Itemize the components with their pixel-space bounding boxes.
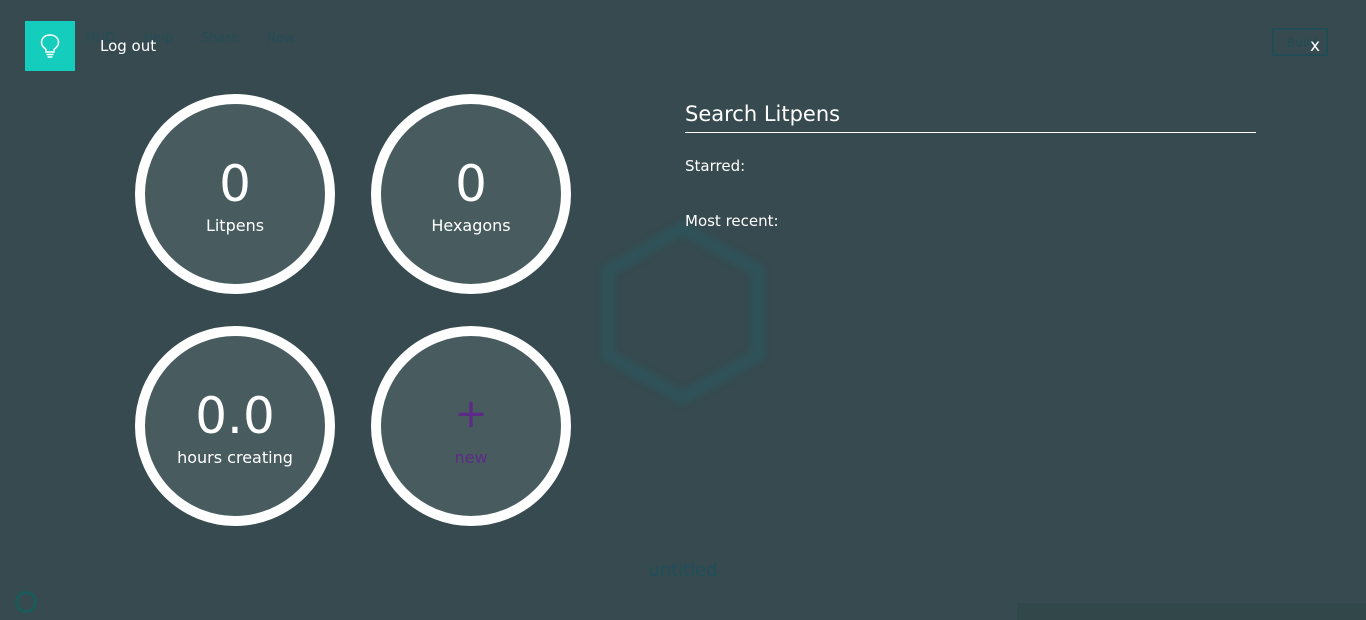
litpens-count-circle: 0 Litpens <box>135 94 335 294</box>
hours-label: hours creating <box>177 448 293 467</box>
plus-icon: + <box>454 391 488 437</box>
background-document-title: untitled <box>648 560 718 581</box>
background-panel <box>1017 603 1366 620</box>
close-button[interactable]: x <box>1310 36 1320 56</box>
search-input[interactable] <box>685 98 1256 130</box>
hours-count: 0.0 <box>195 387 275 445</box>
litpens-label: Litpens <box>205 216 265 235</box>
logout-link[interactable]: Log out <box>100 37 156 55</box>
starred-heading: Starred: <box>685 157 746 175</box>
lightbulb-icon <box>40 34 60 58</box>
hexagons-count: 0 <box>455 155 487 213</box>
background-nav-new: New <box>266 31 295 46</box>
hexagons-label: Hexagons <box>431 216 511 235</box>
hours-creating-circle: 0.0 hours creating <box>135 326 335 526</box>
search-field-wrapper <box>685 98 1256 133</box>
app-logo[interactable] <box>25 21 75 71</box>
litpens-count: 0 <box>219 155 251 213</box>
new-litpen-button[interactable]: + new <box>371 326 571 526</box>
loading-spinner-icon <box>15 591 37 613</box>
most-recent-heading: Most recent: <box>685 212 779 230</box>
new-label: new <box>454 448 488 467</box>
dashboard-overlay: HUD Help Share New Build untitled Log ou… <box>0 0 1366 620</box>
background-nav-share: Share <box>200 31 239 46</box>
hexagons-count-circle: 0 Hexagons <box>371 94 571 294</box>
background-hexagon-icon <box>601 219 765 407</box>
